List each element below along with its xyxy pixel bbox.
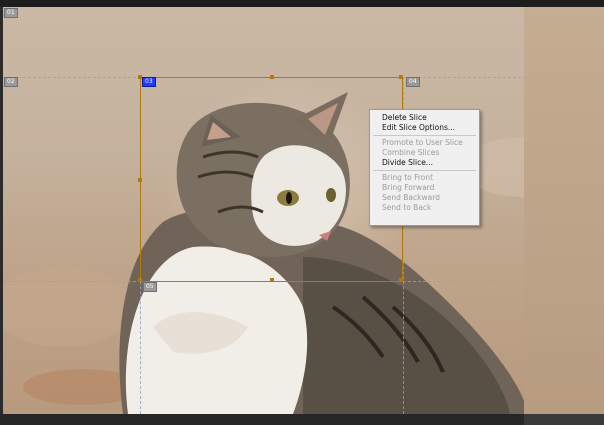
top-toolbar-strip [0,0,604,7]
menu-item-send-to-back: Send to Back [382,203,432,212]
slice-number-badge[interactable]: 01 [4,8,18,18]
bottom-status-strip [0,414,604,425]
slice-handle-se[interactable] [399,278,403,282]
menu-item-bring-forward: Bring Forward [382,183,435,192]
menu-item-combine-slices: Combine Slices [382,148,440,157]
bottom-right-strip [524,414,604,425]
menu-separator [373,135,476,136]
menu-item-promote-to-user-slice: Promote to User Slice [382,138,463,147]
slice-number-badge[interactable]: 04 [406,77,420,87]
slice-handle-s[interactable] [270,278,274,282]
menu-item-edit-slice-options[interactable]: Edit Slice Options... [370,123,479,133]
slice-number-badge[interactable]: 02 [4,77,18,87]
selected-slice[interactable] [138,75,403,282]
slice-context-menu: Delete Slice Edit Slice Options... Promo… [369,109,480,226]
slice-handle-n[interactable] [270,75,274,79]
menu-item-send-backward: Send Backward [382,193,440,202]
right-background-panel [524,7,604,414]
slice-handle-w[interactable] [138,178,142,182]
menu-item-bring-to-front: Bring to Front [382,173,434,182]
slice-number-badge[interactable]: 05 [143,282,157,292]
slice-handle-ne[interactable] [399,75,403,79]
menu-separator [373,170,476,171]
slice-handle-sw[interactable] [138,278,142,282]
menu-item-divide-slice[interactable]: Divide Slice... [370,158,479,168]
selected-slice-badge[interactable]: 03 [142,77,156,87]
menu-item-delete-slice[interactable]: Delete Slice [370,113,479,123]
